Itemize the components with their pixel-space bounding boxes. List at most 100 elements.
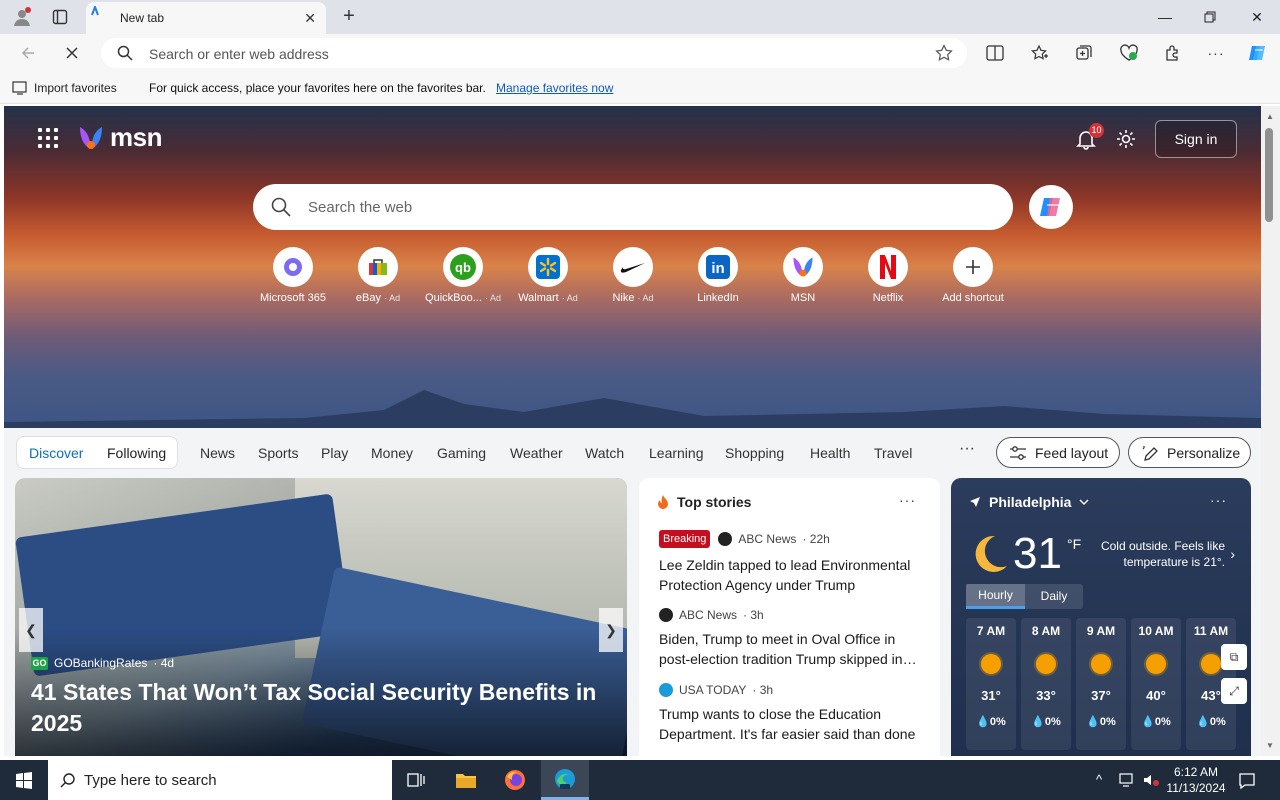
close-tab-icon[interactable]: ✕ (304, 10, 316, 27)
story-source: ABC News (679, 608, 738, 622)
nav-news[interactable]: News (200, 445, 235, 461)
nav-money[interactable]: Money (371, 445, 413, 461)
copilot-icon (1040, 198, 1060, 216)
sign-in-button[interactable]: Sign in (1155, 120, 1237, 158)
story-item[interactable]: ABC News · 3h Biden, Trump to meet in Ov… (659, 608, 924, 669)
edge-beta-icon[interactable] (541, 760, 589, 800)
start-button[interactable] (0, 760, 48, 800)
nav-weather[interactable]: Weather (510, 445, 563, 461)
taskbar-search-box[interactable]: Type here to search (48, 760, 392, 800)
copilot-sidebar-icon[interactable] (1246, 42, 1270, 64)
story-headline[interactable]: Trump wants to close the Education Depar… (659, 704, 924, 744)
import-favorites-button[interactable]: Import favorites (12, 81, 117, 95)
top-stories-more-button[interactable]: ··· (899, 492, 916, 508)
stop-loading-button[interactable] (60, 42, 84, 64)
manage-favorites-link[interactable]: Manage favorites now (496, 81, 613, 95)
close-window-button[interactable]: ✕ (1245, 6, 1269, 28)
back-button[interactable] (16, 42, 40, 64)
new-tab-button[interactable]: + (338, 6, 360, 26)
feed-layout-button[interactable]: Feed layout (996, 437, 1120, 468)
taskbar-search-input[interactable]: Type here to search (84, 772, 217, 789)
carousel-prev-button[interactable]: ❮ (19, 608, 43, 652)
address-input[interactable]: Search or enter web address (149, 46, 329, 62)
shortcut-linkedin[interactable]: in LinkedIn (673, 247, 763, 304)
article-title[interactable]: 41 States That Won’t Tax Social Security… (31, 677, 611, 739)
collections-icon[interactable] (1072, 42, 1096, 64)
open-in-new-icon[interactable]: ⧉ (1221, 644, 1247, 670)
shortcut-nike[interactable]: Nike · Ad (588, 247, 678, 304)
shortcut-netflix[interactable]: Netflix (843, 247, 933, 304)
expand-icon[interactable]: ⤢ (1221, 678, 1247, 704)
nav-shopping[interactable]: Shopping (725, 445, 784, 461)
usa-today-logo-icon (659, 683, 673, 697)
firefox-icon[interactable] (491, 760, 539, 800)
carousel-next-button[interactable]: ❯ (599, 608, 623, 652)
personalize-button[interactable]: Personalize (1128, 437, 1251, 468)
web-search-input[interactable]: Search the web (308, 199, 412, 216)
favorites-icon[interactable] (1028, 42, 1052, 64)
source-logo: GO (31, 656, 48, 670)
svg-text:in: in (711, 260, 724, 277)
weather-location[interactable]: Philadelphia (969, 494, 1089, 510)
shortcut-add[interactable]: Add shortcut (928, 247, 1018, 304)
shortcut-walmart[interactable]: Walmart · Ad (503, 247, 593, 304)
story-headline[interactable]: Biden, Trump to meet in Oval Office in p… (659, 629, 924, 669)
browser-essentials-icon[interactable] (1117, 42, 1141, 64)
title-bar: New tab ✕ + — ✕ (0, 0, 1280, 34)
story-item[interactable]: Breaking ABC News · 22h Lee Zeldin tappe… (659, 530, 924, 595)
tab-following[interactable]: Following (107, 445, 166, 461)
profile-icon[interactable] (10, 6, 34, 28)
nav-travel[interactable]: Travel (874, 445, 912, 461)
minimize-button[interactable]: — (1153, 6, 1177, 28)
nav-play[interactable]: Play (321, 445, 348, 461)
network-icon[interactable] (1118, 772, 1136, 791)
scroll-down-arrow-icon[interactable]: ▼ (1266, 741, 1274, 750)
clock-time: 6:12 AM (1173, 765, 1219, 779)
browser-tab[interactable]: New tab ✕ (86, 2, 326, 34)
forecast-temp: 40° (1146, 688, 1166, 703)
weather-more-button[interactable]: ··· (1210, 492, 1227, 508)
nav-gaming[interactable]: Gaming (437, 445, 486, 461)
restore-button[interactable] (1198, 6, 1222, 28)
shortcut-msn[interactable]: MSN (758, 247, 848, 304)
tab-discover[interactable]: Discover (29, 445, 83, 461)
task-view-icon[interactable] (392, 760, 440, 800)
extensions-icon[interactable] (1160, 42, 1184, 64)
hero-article-card[interactable]: ❮ ❯ GO GOBankingRates · 4d 41 States Tha… (15, 478, 627, 756)
vertical-scrollbar[interactable]: ▲ ▼ (1261, 106, 1280, 756)
system-clock[interactable]: 6:12 AM 11/13/2024 (1166, 764, 1226, 796)
address-bar[interactable]: Search or enter web address (101, 38, 967, 68)
nav-watch[interactable]: Watch (585, 445, 624, 461)
story-item[interactable]: USA TODAY · 3h Trump wants to close the … (659, 683, 924, 744)
nav-learning[interactable]: Learning (649, 445, 704, 461)
settings-and-more-icon[interactable]: ··· (1204, 42, 1228, 64)
story-headline[interactable]: Lee Zeldin tapped to lead Environmental … (659, 555, 924, 595)
shortcut-microsoft-365[interactable]: Microsoft 365 (248, 247, 338, 304)
shortcut-label: Nike (612, 292, 635, 304)
nav-health[interactable]: Health (810, 445, 850, 461)
action-center-icon[interactable] (1238, 772, 1256, 793)
scrollbar-thumb[interactable] (1265, 128, 1273, 222)
weather-card[interactable]: Philadelphia ··· 31 °F Cold outside. Fee… (951, 478, 1251, 756)
shortcut-ebay[interactable]: eBay · Ad (333, 247, 423, 304)
tab-daily[interactable]: Daily (1025, 584, 1083, 609)
tab-hourly[interactable]: Hourly (966, 584, 1025, 609)
scroll-up-arrow-icon[interactable]: ▲ (1266, 112, 1274, 121)
favorite-star-icon[interactable] (935, 44, 953, 62)
nav-sports[interactable]: Sports (258, 445, 298, 461)
temperature-unit[interactable]: °F (1067, 536, 1081, 552)
show-hidden-icons-icon[interactable]: ^ (1096, 772, 1102, 787)
app-launcher-icon[interactable] (38, 128, 58, 148)
feed-layout-label: Feed layout (1035, 444, 1109, 461)
chevron-right-icon[interactable]: › (1230, 546, 1235, 562)
copilot-button[interactable] (1029, 185, 1073, 229)
split-screen-icon[interactable] (983, 42, 1007, 64)
page-settings-gear-icon[interactable] (1115, 128, 1137, 150)
nav-more-button[interactable]: ··· (959, 440, 975, 458)
file-explorer-icon[interactable] (442, 760, 490, 800)
shortcut-quickbooks[interactable]: qb QuickBoo... · Ad (418, 247, 508, 304)
msn-logo[interactable]: msn (76, 122, 162, 153)
volume-muted-icon[interactable] (1142, 772, 1160, 791)
web-search-box[interactable]: Search the web (253, 184, 1013, 230)
tab-actions-icon[interactable] (48, 6, 72, 28)
